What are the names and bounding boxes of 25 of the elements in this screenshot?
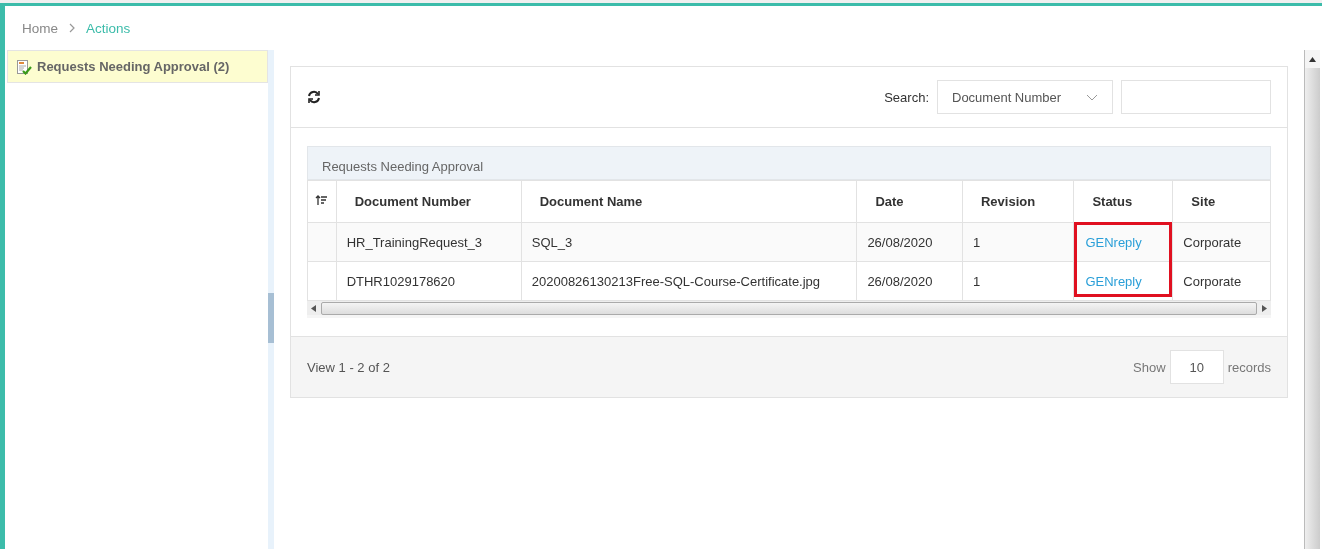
table-cell: DTHR1029178620 [336, 261, 522, 301]
table-cell: 26/08/2020 [856, 261, 963, 301]
search-field-dropdown[interactable]: Document Number [937, 80, 1113, 114]
table-cell: SQL_3 [521, 222, 857, 262]
table-cell: Corporate [1172, 222, 1271, 262]
column-header[interactable]: Revision [962, 180, 1074, 223]
view-count: View 1 - 2 of 2 [307, 359, 390, 375]
table-cell: 1 [962, 222, 1074, 262]
table-cell: 26/08/2020 [856, 222, 963, 262]
column-header[interactable]: Date [856, 180, 963, 223]
table-cell: 20200826130213Free-SQL-Course-Certificate.jpg [521, 261, 857, 301]
show-label: Show [1133, 359, 1166, 375]
table-cell: 1 [962, 261, 1074, 301]
breadcrumb-link[interactable]: Home [22, 20, 58, 36]
table-cell: Corporate [1172, 261, 1271, 301]
grid-caption: Requests Needing Approval [307, 146, 1271, 180]
records-label: records [1227, 359, 1271, 375]
column-header[interactable]: Document Number [336, 180, 522, 223]
sidebar-item[interactable]: Requests Needing Approval (2) [7, 50, 268, 83]
column-header[interactable]: Site [1172, 180, 1271, 223]
column-header[interactable]: Status [1073, 180, 1173, 223]
column-header[interactable]: Document Name [521, 180, 857, 223]
table-cell: HR_TrainingRequest_3 [336, 222, 522, 262]
page-size-field[interactable]: 10 [1169, 350, 1224, 384]
search-label: Search: [884, 89, 929, 105]
